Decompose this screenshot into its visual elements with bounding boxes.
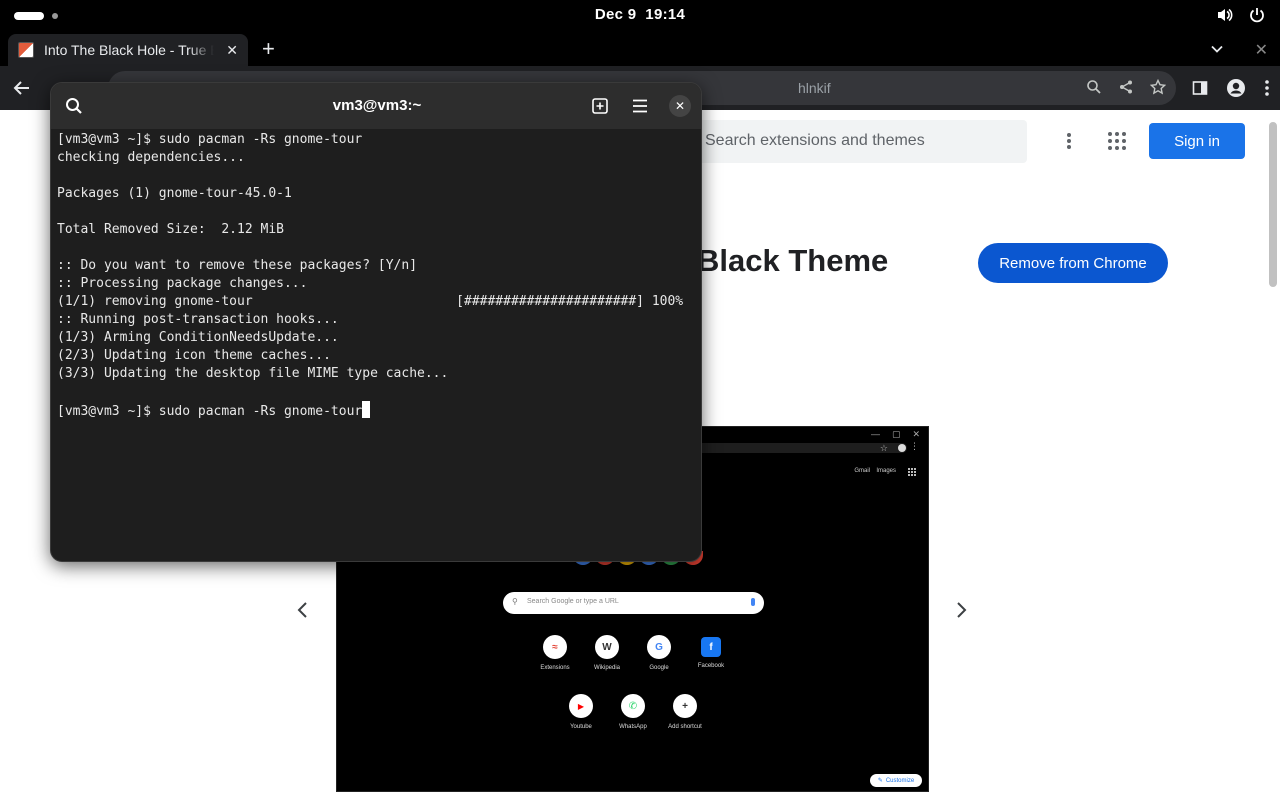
new-tab-button[interactable]: + bbox=[262, 38, 275, 60]
sign-in-button[interactable]: Sign in bbox=[1149, 123, 1245, 159]
back-arrow-icon[interactable] bbox=[12, 78, 32, 103]
terminal-prompt-line[interactable]: [vm3@vm3 ~]$ sudo pacman -Rs gnome-tour bbox=[57, 401, 697, 419]
system-tray[interactable] bbox=[1216, 6, 1266, 24]
bookmark-star-icon[interactable] bbox=[1149, 78, 1167, 100]
chrome-menu-icon[interactable] bbox=[1264, 79, 1270, 102]
preview-shortcut-label: Wikipedia bbox=[593, 665, 620, 671]
preview-shortcut: + Add shortcut bbox=[655, 694, 715, 730]
terminal-line: :: Processing package changes... bbox=[57, 276, 308, 291]
preview-shortcut-icon: W bbox=[595, 635, 619, 659]
browser-tab[interactable]: Into The Black Hole - True Black Theme ✕ bbox=[8, 34, 248, 66]
preview-shortcut-icon: ✆ bbox=[621, 694, 645, 718]
browser-tab-strip: Into The Black Hole - True Black Theme ✕… bbox=[0, 32, 1280, 66]
preview-pencil-icon: ✎ bbox=[877, 778, 883, 784]
address-bar-icons bbox=[1086, 78, 1167, 100]
preview-address-bar bbox=[697, 443, 907, 453]
preview-customize-button: ✎ Customize bbox=[870, 774, 922, 787]
preview-customize-label: Customize bbox=[885, 777, 915, 784]
preview-shortcut-icon: ▶ bbox=[569, 694, 593, 718]
tab-title: Into The Black Hole - True Black Theme bbox=[44, 42, 214, 58]
terminal-line: Packages (1) gnome-tour-45.0-1 bbox=[57, 186, 292, 201]
terminal-cursor bbox=[362, 401, 371, 418]
preview-shortcut-icon: + bbox=[673, 694, 697, 718]
preview-search-icon: ⚲ bbox=[512, 597, 518, 606]
hamburger-menu-icon[interactable] bbox=[631, 98, 649, 119]
terminal-prompt-text: [vm3@vm3 ~]$ sudo pacman -Rs gnome-tour bbox=[57, 404, 363, 419]
preview-shortcut-label: Youtube bbox=[570, 724, 592, 730]
preview-search-placeholder: Search Google or type a URL bbox=[527, 598, 619, 605]
terminal-header-bar[interactable]: vm3@vm3:~ ✕ bbox=[51, 83, 701, 129]
terminal-line: [vm3@vm3 ~]$ sudo pacman -Rs gnome-tour bbox=[57, 132, 363, 147]
theme-title: Black Theme bbox=[697, 243, 889, 278]
volume-icon bbox=[1216, 6, 1234, 24]
preview-shortcut: ▶ Youtube bbox=[551, 694, 611, 730]
page-more-options-icon[interactable] bbox=[1066, 132, 1072, 155]
terminal-window[interactable]: vm3@vm3:~ ✕ [vm3@vm3 ~]$ sudo pacman -Rs… bbox=[50, 82, 702, 562]
zoom-search-icon[interactable] bbox=[1086, 79, 1102, 100]
remove-from-chrome-button[interactable]: Remove from Chrome bbox=[978, 243, 1168, 283]
terminal-line: checking dependencies... bbox=[57, 150, 245, 165]
new-tab-icon[interactable] bbox=[591, 97, 609, 120]
preview-shortcut-icon: ≈ bbox=[543, 635, 567, 659]
preview-mic-icon bbox=[751, 598, 755, 606]
terminal-line: :: Running post-transaction hooks... bbox=[57, 312, 339, 327]
terminal-line: (2/3) Updating icon theme caches... bbox=[57, 348, 331, 363]
preview-shortcut: f Facebook bbox=[681, 635, 741, 669]
preview-avatar-icon bbox=[898, 444, 906, 452]
close-tab-icon[interactable]: ✕ bbox=[226, 42, 238, 59]
preview-shortcut: G Google bbox=[629, 635, 689, 671]
share-icon[interactable] bbox=[1118, 79, 1134, 100]
preview-window-controls: — ▢ ✕ bbox=[870, 429, 920, 439]
page-scrollbar[interactable] bbox=[1266, 122, 1280, 798]
preview-shortcut-icon: G bbox=[647, 635, 671, 659]
toolbar-right-icons bbox=[1192, 78, 1270, 103]
preview-search-box: ⚲ Search Google or type a URL bbox=[503, 592, 764, 614]
preview-shortcut: ✆ WhatsApp bbox=[603, 694, 663, 730]
profile-avatar-icon[interactable] bbox=[1226, 78, 1246, 103]
google-apps-icon[interactable] bbox=[1108, 132, 1126, 150]
preview-shortcut-label: Add shortcut bbox=[668, 724, 702, 730]
store-search-placeholder: Search extensions and themes bbox=[705, 132, 925, 149]
preview-shortcut-label: Extensions bbox=[540, 665, 570, 671]
carousel-prev-chevron-icon[interactable] bbox=[296, 600, 310, 625]
clock-time: 19:14 bbox=[645, 6, 686, 23]
terminal-line: (1/3) Arming ConditionNeedsUpdate... bbox=[57, 330, 339, 345]
scrollbar-thumb[interactable] bbox=[1269, 122, 1277, 287]
store-search-input[interactable]: Search extensions and themes bbox=[690, 120, 1027, 163]
terminal-line: (1/1) removing gnome-tour [#############… bbox=[57, 294, 684, 309]
preview-shortcut: W Wikipedia bbox=[577, 635, 637, 671]
preview-star-icon: ☆ bbox=[879, 443, 888, 453]
power-icon bbox=[1248, 6, 1266, 24]
preview-shortcut-label: Facebook bbox=[697, 663, 725, 669]
tab-search-chevron-icon[interactable] bbox=[1210, 42, 1224, 61]
preview-shortcut-label: Google bbox=[649, 665, 669, 671]
preview-menu-icon: ⋮ bbox=[910, 441, 919, 451]
terminal-line: (3/3) Updating the desktop file MIME typ… bbox=[57, 366, 449, 381]
preview-shortcut: ≈ Extensions bbox=[525, 635, 585, 671]
terminal-line: Total Removed Size: 2.12 MiB bbox=[57, 222, 284, 237]
address-bar-url: hlnkif bbox=[798, 80, 831, 96]
window-close-icon[interactable]: ✕ bbox=[1255, 40, 1268, 60]
clock[interactable]: Dec 9 19:14 bbox=[0, 6, 1280, 23]
gnome-top-bar: Dec 9 19:14 bbox=[0, 0, 1280, 32]
terminal-line: :: Do you want to remove these packages?… bbox=[57, 258, 418, 273]
preview-gmail-link: Gmail bbox=[854, 468, 870, 474]
preview-shortcut-icon: f bbox=[701, 637, 721, 657]
clock-date: Dec 9 bbox=[594, 6, 637, 23]
preview-shortcut-label: WhatsApp bbox=[619, 724, 647, 730]
theme-favicon-icon bbox=[18, 42, 34, 58]
terminal-output[interactable]: [vm3@vm3 ~]$ sudo pacman -Rs gnome-tour … bbox=[57, 131, 697, 556]
side-panel-icon[interactable] bbox=[1192, 80, 1208, 101]
close-icon[interactable]: ✕ bbox=[669, 95, 691, 117]
preview-apps-icon bbox=[908, 468, 916, 476]
desktop-screen: Dec 9 19:14 Into The Black Hole - True B… bbox=[0, 0, 1280, 800]
carousel-next-chevron-icon[interactable] bbox=[954, 600, 968, 625]
preview-images-link: Images bbox=[876, 468, 896, 474]
